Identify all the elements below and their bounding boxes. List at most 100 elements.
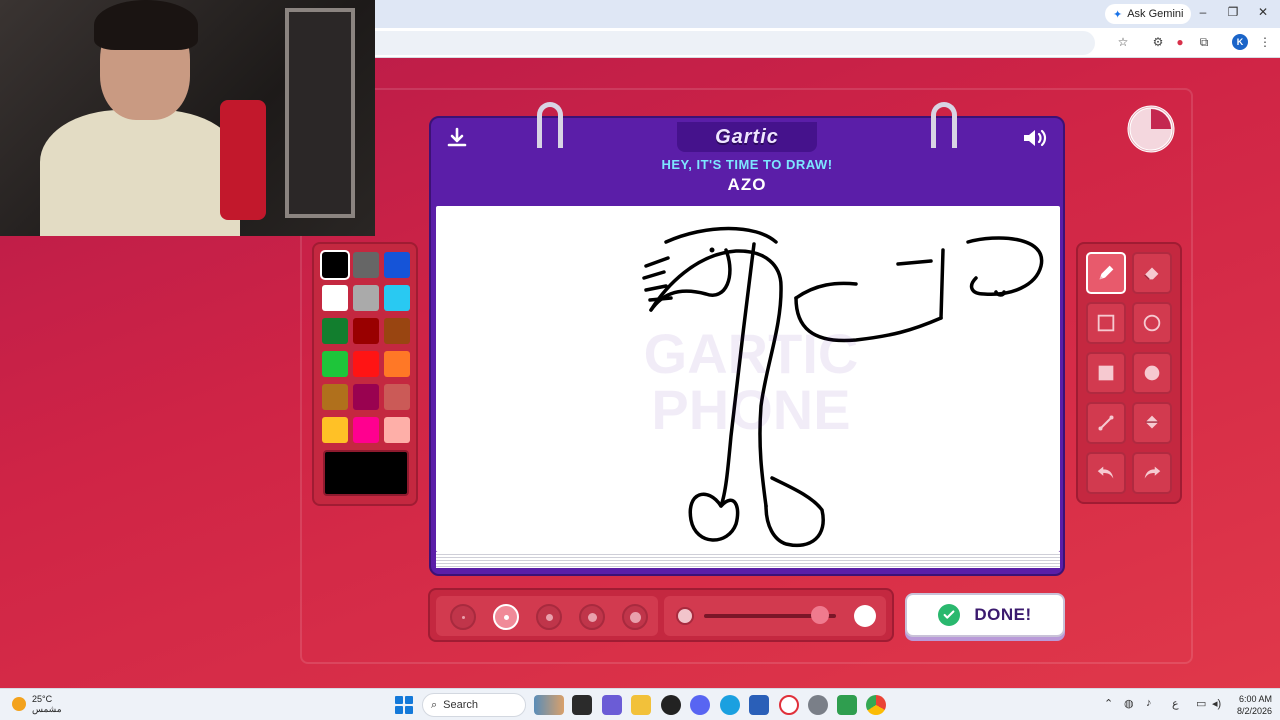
browser-toolbar: ☆ ⚙ ● ⧉ K ⋮ [375, 28, 1280, 58]
tray-network-icon[interactable]: ◍ [1124, 697, 1134, 710]
color-swatch[interactable] [322, 417, 348, 443]
tray-volume-icon[interactable]: ◂) [1212, 697, 1221, 710]
color-swatch[interactable] [384, 285, 410, 311]
color-swatch[interactable] [320, 250, 350, 280]
discord-icon[interactable] [690, 695, 710, 715]
app-icon-2[interactable] [661, 695, 681, 715]
address-bar[interactable] [375, 31, 1095, 55]
opacity-group [664, 596, 886, 636]
redo-icon [1144, 466, 1161, 479]
color-swatch[interactable] [322, 351, 348, 377]
brush-size-option[interactable] [622, 604, 648, 630]
download-icon[interactable] [445, 126, 469, 150]
notebook-paper-edge [436, 552, 1060, 568]
rectangle-filled-tool-button[interactable] [1086, 352, 1126, 394]
color-swatch[interactable] [322, 318, 348, 344]
ask-gemini-button[interactable]: ✦ Ask Gemini [1105, 4, 1192, 24]
file-explorer-icon[interactable] [631, 695, 651, 715]
settings-gear-icon[interactable] [808, 695, 828, 715]
brush-size-option[interactable] [536, 604, 562, 630]
redo-button[interactable] [1132, 452, 1172, 494]
brush-size-option[interactable] [579, 604, 605, 630]
rectangle-outline-tool-button[interactable] [1086, 302, 1126, 344]
notebook-ring-right [931, 102, 957, 148]
task-view-icon[interactable] [572, 695, 592, 715]
widget-news-icon[interactable] [534, 695, 564, 715]
clock-time: 6:00 AM [1238, 694, 1272, 704]
color-swatch[interactable] [353, 417, 379, 443]
color-swatch[interactable] [384, 252, 410, 278]
adblock-icon[interactable]: ● [1172, 34, 1188, 50]
webcam-person-shirt [40, 110, 240, 236]
color-palette [312, 242, 418, 506]
pencil-tool-button[interactable] [1086, 252, 1126, 294]
gemini-icon: ✦ [1113, 8, 1123, 21]
undo-button[interactable] [1086, 452, 1126, 494]
color-swatch[interactable] [353, 351, 379, 377]
fill-bucket-icon [1145, 415, 1159, 429]
app-icon-3[interactable] [837, 695, 857, 715]
search-icon: ⌕ [431, 698, 438, 711]
notebook-ring-left [537, 102, 563, 148]
search-label: Search [443, 699, 479, 711]
restore-button[interactable]: ❐ [1225, 5, 1241, 19]
opacity-slider-knob[interactable] [811, 606, 830, 624]
brush-controls [428, 588, 894, 642]
browser-menu-icon[interactable]: ⋮ [1257, 34, 1273, 50]
tray-language[interactable]: ع [1172, 697, 1179, 710]
app-icon-1[interactable] [602, 695, 622, 715]
webcam-person-hair [94, 0, 198, 50]
ellipse-filled-tool-button[interactable] [1132, 352, 1172, 394]
color-swatch[interactable] [384, 351, 410, 377]
opera-icon[interactable] [779, 695, 799, 715]
color-swatch[interactable] [384, 384, 410, 410]
ellipse-outline-tool-button[interactable] [1132, 302, 1172, 344]
check-icon [938, 604, 961, 626]
color-swatch[interactable] [353, 252, 379, 278]
store-icon[interactable] [749, 695, 769, 715]
taskbar-search[interactable]: ⌕ Search [422, 693, 526, 717]
chrome-icon[interactable] [866, 695, 886, 715]
drawing-canvas[interactable]: GARTIC PHONE [436, 206, 1060, 552]
tray-wifi-icon[interactable]: ▭ [1196, 697, 1206, 710]
windows-start-icon[interactable] [395, 696, 413, 714]
color-swatch[interactable] [322, 384, 348, 410]
prompt-word: AZO [727, 175, 767, 194]
fill-bucket-tool-button[interactable] [1132, 402, 1172, 444]
done-button[interactable]: DONE! [905, 593, 1065, 637]
brush-size-option[interactable] [493, 604, 519, 630]
minimize-button[interactable]: – [1195, 5, 1211, 19]
bookmark-star-icon[interactable]: ☆ [1115, 34, 1131, 50]
opacity-max-icon [854, 605, 876, 627]
color-swatch[interactable] [384, 318, 410, 344]
color-swatch[interactable] [384, 417, 410, 443]
temperature: 25°C [32, 694, 53, 704]
eraser-tool-button[interactable] [1132, 252, 1172, 294]
tray-mic-icon[interactable]: ♪ [1146, 697, 1152, 709]
color-swatch[interactable] [322, 285, 348, 311]
logo-text: Gartic [715, 125, 779, 148]
webcam-microphone [220, 100, 266, 220]
close-window-button[interactable]: ✕ [1255, 5, 1271, 19]
weather-widget[interactable]: 25°C مشمس [12, 694, 62, 714]
edge-icon[interactable] [720, 695, 740, 715]
extensions-puzzle-icon[interactable]: ⧉ [1196, 34, 1212, 50]
pencil-icon [1099, 265, 1114, 280]
webcam-overlay [0, 0, 375, 236]
draw-instruction: HEY, IT'S TIME TO DRAW! [661, 157, 833, 172]
undo-icon [1097, 466, 1114, 479]
brush-size-option[interactable] [450, 604, 476, 630]
extension-icon[interactable]: ⚙ [1150, 34, 1166, 50]
profile-avatar[interactable]: K [1232, 34, 1248, 50]
drawing-tools [1076, 242, 1182, 504]
done-label: DONE! [974, 605, 1032, 624]
clock-date: 8/2/2026 [1236, 706, 1272, 716]
line-tool-button[interactable] [1086, 402, 1126, 444]
color-swatch[interactable] [353, 384, 379, 410]
tray-chevron-icon[interactable]: ⌃ [1104, 697, 1113, 710]
taskbar-clock[interactable]: 6:00 AM 8/2/2026 [1230, 693, 1272, 717]
color-swatch[interactable] [353, 285, 379, 311]
color-swatch[interactable] [353, 318, 379, 344]
sound-icon[interactable] [1021, 126, 1049, 150]
windows-taskbar: 25°C مشمس ⌕ Search ⌃ ◍ ♪ ع ▭ ◂) 6:00 AM … [0, 688, 1280, 720]
